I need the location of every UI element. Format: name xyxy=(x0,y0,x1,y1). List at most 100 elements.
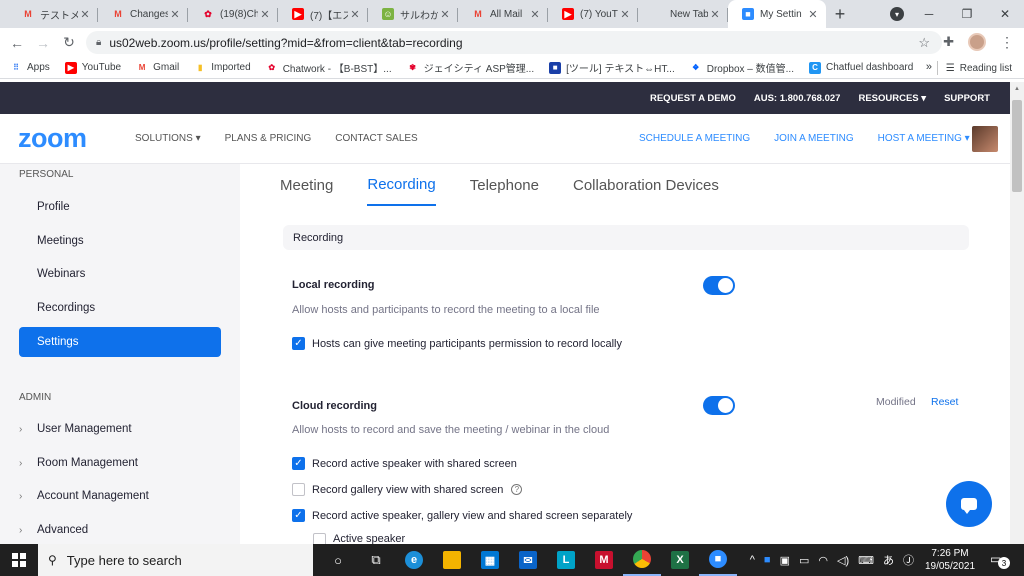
cloud-option-gallery-view[interactable]: Record gallery view with shared screen ? xyxy=(292,483,523,496)
browser-tab[interactable]: M All Mail ✕ xyxy=(458,0,548,28)
browser-tab[interactable]: M テストメール✕ xyxy=(8,0,98,28)
user-avatar[interactable] xyxy=(972,126,998,152)
browser-tab[interactable]: ☺ サルわか ✕ xyxy=(368,0,458,28)
cloud-recording-toggle[interactable] xyxy=(703,396,735,415)
task-view-icon[interactable]: ⧉ xyxy=(357,544,395,576)
taskbar-search[interactable]: ⚲ Type here to search xyxy=(38,544,313,576)
close-window-icon[interactable]: ✕ xyxy=(986,7,1024,21)
checkbox-unchecked[interactable] xyxy=(292,483,305,496)
request-demo-link[interactable]: REQUEST A DEMO xyxy=(650,93,736,104)
start-button[interactable] xyxy=(0,544,38,576)
close-tab-icon[interactable]: ✕ xyxy=(348,8,362,21)
wifi-icon[interactable]: ◠ xyxy=(818,554,828,567)
close-tab-icon[interactable]: ✕ xyxy=(528,8,542,21)
show-hidden-icons-icon[interactable]: ^ xyxy=(750,554,755,566)
browser-tab[interactable]: ✿ (19(8)Ch ✕ xyxy=(188,0,278,28)
scrollbar-thumb[interactable] xyxy=(1012,100,1022,192)
cortana-icon[interactable]: ○ xyxy=(319,544,357,576)
tab-search-icon[interactable]: ▾ xyxy=(890,7,904,21)
zoom-tray-icon[interactable]: ■ xyxy=(764,554,771,566)
cloud-option-separately[interactable]: ✓ Record active speaker, gallery view an… xyxy=(292,509,632,522)
forward-icon[interactable]: → xyxy=(30,35,56,51)
bookmark-item[interactable]: C Chatfuel dashboard xyxy=(808,61,913,74)
close-tab-icon[interactable]: ✕ xyxy=(78,8,92,21)
browser-tab[interactable]: M Changes ✕ xyxy=(98,0,188,28)
mail-icon[interactable]: ✉ xyxy=(509,544,547,576)
bookmark-item[interactable]: M Gmail xyxy=(136,62,179,74)
sidebar-item-settings[interactable]: Settings xyxy=(19,327,221,357)
tab-telephone[interactable]: Telephone xyxy=(470,164,539,206)
file-explorer-icon[interactable] xyxy=(433,544,471,576)
browser-tab[interactable]: New Tab ✕ xyxy=(638,0,728,28)
local-permission-option[interactable]: ✓ Hosts can give meeting participants pe… xyxy=(292,337,622,350)
browser-menu-icon[interactable]: ⋮ xyxy=(1000,34,1014,51)
battery-icon[interactable]: ▭ xyxy=(799,554,809,567)
browser-tab[interactable]: ▶ (7)【エスプ✕ xyxy=(278,0,368,28)
new-tab-button[interactable]: + xyxy=(826,0,854,28)
help-icon[interactable]: ? xyxy=(511,484,523,495)
bookmark-star-icon[interactable]: ☆ xyxy=(918,35,930,51)
reset-link[interactable]: Reset xyxy=(931,396,958,408)
checkbox-checked[interactable]: ✓ xyxy=(292,457,305,470)
sidebar-item-account-management[interactable]: › Account Management xyxy=(19,486,149,506)
solutions-menu[interactable]: SOLUTIONS ▾ xyxy=(135,133,201,144)
address-bar[interactable]: 🔒︎ us02web.zoom.us/profile/setting?mid=&… xyxy=(86,31,942,54)
keyboard-icon[interactable]: ⌨ xyxy=(858,554,874,567)
zoom-app-icon[interactable]: ■ xyxy=(699,544,737,576)
close-tab-icon[interactable]: ✕ xyxy=(708,8,722,21)
plans-pricing-link[interactable]: PLANS & PRICING xyxy=(225,133,312,144)
bookmark-item[interactable]: ▮ Imported xyxy=(194,62,251,74)
close-tab-icon[interactable]: ✕ xyxy=(258,8,272,21)
excel-icon[interactable]: X xyxy=(661,544,699,576)
host-meeting-menu[interactable]: HOST A MEETING ▾ xyxy=(878,133,970,144)
reading-list-button[interactable]: ☰ Reading list xyxy=(936,61,1012,75)
sidebar-item-room-management[interactable]: › Room Management xyxy=(19,453,138,473)
sidebar-item-recordings[interactable]: Recordings xyxy=(19,293,221,323)
bookmarks-overflow-button[interactable]: » xyxy=(926,61,932,73)
contact-sales-link[interactable]: CONTACT SALES xyxy=(335,133,417,144)
join-meeting-link[interactable]: JOIN A MEETING xyxy=(774,133,853,144)
checkbox-checked[interactable]: ✓ xyxy=(292,337,305,350)
ime-indicator[interactable]: あ xyxy=(883,552,894,568)
sidebar-item-user-management[interactable]: › User Management xyxy=(19,419,132,439)
resources-menu[interactable]: RESOURCES ▾ xyxy=(858,93,926,104)
app-l-icon[interactable]: L xyxy=(547,544,585,576)
local-recording-toggle[interactable] xyxy=(703,276,735,295)
edge-icon[interactable]: e xyxy=(395,544,433,576)
sidebar-item-webinars[interactable]: Webinars xyxy=(19,259,221,289)
page-scrollbar[interactable]: ▲ xyxy=(1010,82,1024,544)
extensions-icon[interactable]: ✚ xyxy=(943,34,954,50)
sidebar-item-advanced[interactable]: › Advanced xyxy=(19,520,88,540)
tray-app-icon[interactable]: ▣ xyxy=(780,554,790,567)
store-icon[interactable]: ▦ xyxy=(471,544,509,576)
support-link[interactable]: SUPPORT xyxy=(944,93,990,104)
bookmark-item[interactable]: ✿ Chatwork - 【B-BST】... xyxy=(266,60,391,75)
bookmark-item[interactable]: ✾ ジェイシティ ASP管理... xyxy=(407,60,534,75)
bookmark-item[interactable]: ⠿ Apps xyxy=(10,62,50,74)
reload-icon[interactable]: ↻ xyxy=(56,34,82,51)
ime-mode-icon[interactable]: Ⓙ xyxy=(903,552,914,568)
minimize-icon[interactable]: ─ xyxy=(910,7,948,21)
mcafee-icon[interactable]: M xyxy=(585,544,623,576)
checkbox-checked[interactable]: ✓ xyxy=(292,509,305,522)
back-icon[interactable]: ← xyxy=(4,35,30,51)
tab-meeting[interactable]: Meeting xyxy=(280,164,333,206)
cloud-option-active-speaker[interactable]: ✓ Record active speaker with shared scre… xyxy=(292,457,517,470)
browser-tab[interactable]: ■ My Settin ✕ xyxy=(728,0,826,28)
restore-icon[interactable]: ❐ xyxy=(948,7,986,21)
bookmark-item[interactable]: ■ [ツール] テキスト⇔HT... xyxy=(549,60,675,75)
chrome-icon[interactable] xyxy=(623,544,661,576)
cloud-option-active-speaker-sub[interactable]: Active speaker xyxy=(313,533,405,544)
sidebar-item-profile[interactable]: Profile xyxy=(19,192,221,222)
tab-recording[interactable]: Recording xyxy=(367,164,436,206)
bookmark-item[interactable]: ▶ YouTube xyxy=(64,61,121,74)
close-tab-icon[interactable]: ✕ xyxy=(438,8,452,21)
bookmark-item[interactable]: ❖ Dropbox – 数值管... xyxy=(690,60,794,75)
browser-tab[interactable]: ▶ (7) YouTu✕ xyxy=(548,0,638,28)
taskbar-clock[interactable]: 7:26 PM 19/05/2021 xyxy=(920,547,980,573)
profile-avatar[interactable] xyxy=(968,33,986,51)
zoom-logo[interactable]: zoom xyxy=(18,123,87,154)
chat-support-button[interactable] xyxy=(946,481,992,527)
notification-center-button[interactable]: ▭ 3 xyxy=(990,552,1010,569)
checkbox-unchecked[interactable] xyxy=(313,533,326,544)
